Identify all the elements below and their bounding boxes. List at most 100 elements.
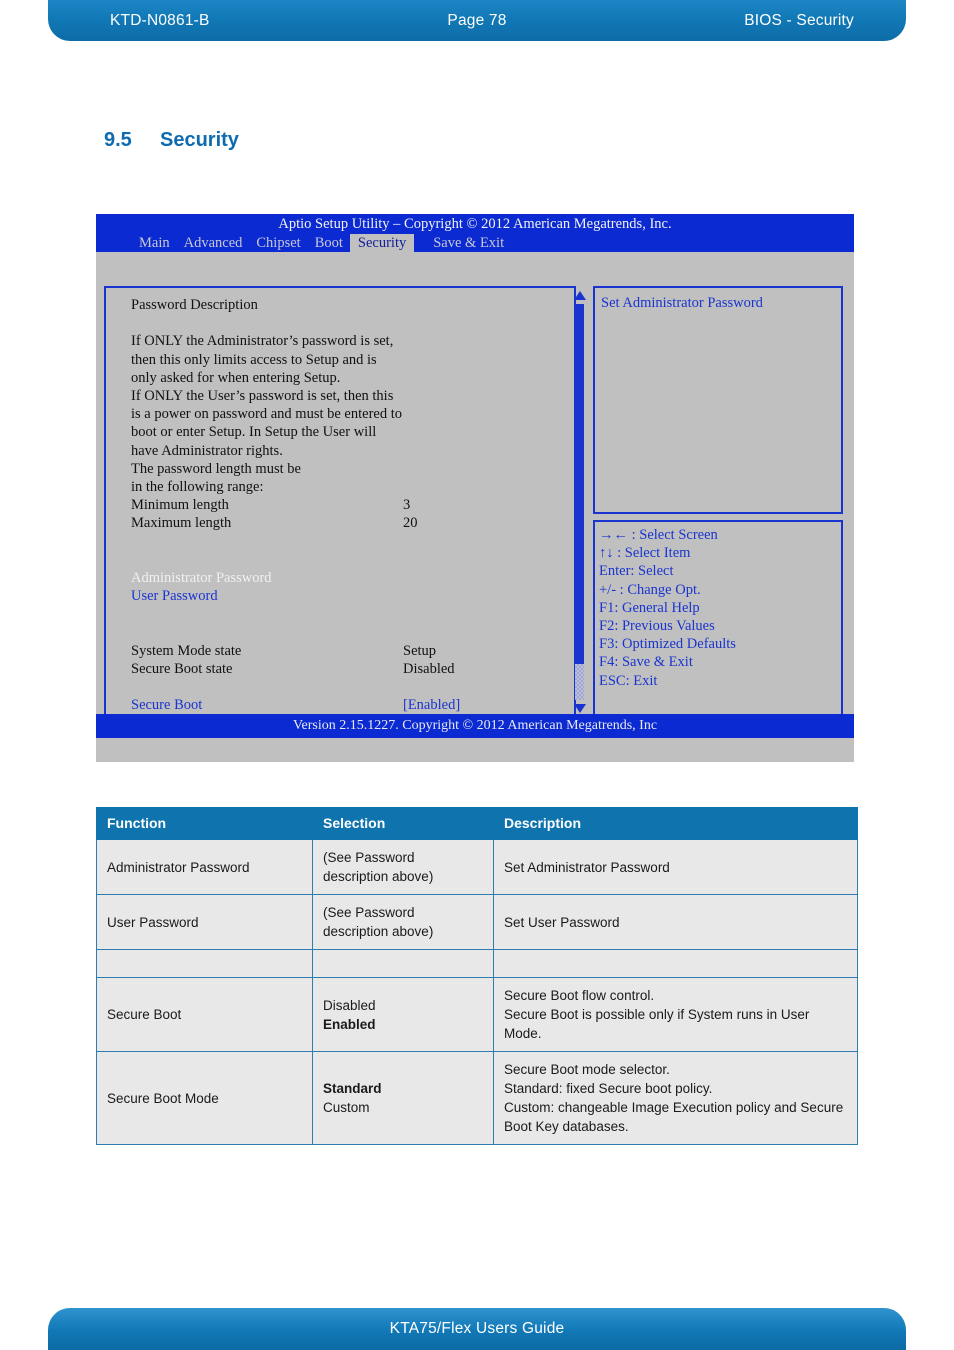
help-text: Set Administrator Password [601, 295, 763, 311]
bios-menu-item-advanced[interactable]: Advanced [177, 234, 250, 252]
cell-function: Administrator Password [96, 839, 313, 895]
table-header-selection: Selection [312, 807, 494, 840]
cell-function: Secure Boot Mode [96, 1051, 313, 1145]
description-line: If ONLY the User’s password is set, then… [131, 388, 394, 404]
key-legend-line: F1: General Help [599, 599, 700, 616]
secure-boot-option-row[interactable]: Secure Boot [Enabled] [131, 696, 574, 714]
scroll-down-arrow-icon[interactable] [574, 704, 586, 713]
selection-option: Custom [323, 1100, 370, 1115]
key-legend-line: ESC: Exit [599, 672, 658, 689]
description-line: Set Administrator Password [504, 859, 670, 875]
bios-help-panel: Set Administrator Password [593, 286, 843, 514]
secure-boot-state-rows: System Mode state Setup Secure Boot state D… [131, 642, 574, 678]
cell-selection: Disabled Enabled [312, 977, 494, 1052]
bios-menu-item-save-exit[interactable]: Save & Exit [426, 234, 511, 252]
password-length-row-label: Maximum length [131, 515, 232, 532]
cell-description [493, 949, 858, 978]
system-state-row-label: System Mode state [131, 642, 242, 659]
description-line: boot or enter Setup. In Setup the User w… [131, 424, 377, 441]
bios-menu-item-main[interactable]: Main [132, 234, 177, 252]
key-legend-line: +/- : Change Opt. [599, 581, 701, 598]
table-row-spacer [96, 949, 858, 978]
selection-option: (See Password [323, 905, 415, 920]
password-length-row-label: Minimum length [131, 497, 229, 514]
cell-function: User Password [96, 894, 313, 950]
bios-scrollbar[interactable] [573, 288, 588, 716]
password-length-row: Minimum length 3 [131, 496, 574, 514]
selection-option: (See Password [323, 850, 415, 865]
description-line: Secure Boot mode selector. [504, 1062, 670, 1077]
password-length-row: Maximum length 20 [131, 514, 574, 532]
bios-key-legend-panel: →← : Select Screen ↑↓ : Select Item Enter:… [593, 520, 843, 718]
bios-left-panel: Password Description If ONLY the Adminis… [104, 286, 576, 732]
description-line: is a power on password and must be enter… [131, 406, 403, 423]
section-title: Security [160, 129, 239, 151]
key-legend-line: F2: Previous Values [599, 618, 715, 635]
system-state-row-value: Disabled [403, 661, 455, 678]
password-menu-items[interactable]: Administrator Password User Password [131, 569, 574, 605]
system-state-row: Secure Boot state Disabled [131, 660, 574, 678]
description-line: only asked for when entering Setup. [131, 369, 341, 386]
key-legend-line: F3: Optimized Defaults [599, 636, 736, 653]
cell-description: Set Administrator Password [493, 839, 858, 895]
cell-selection: (See Password description above) [312, 839, 494, 895]
secure-boot-option-row-value: [Enabled] [403, 697, 461, 714]
description-line: Standard: fixed Secure boot policy. [504, 1081, 713, 1096]
description-line: The password length must be [131, 460, 301, 477]
description-line: in the following range: [131, 479, 264, 496]
bios-menu-item-security[interactable]: Security [349, 234, 415, 252]
table-row: User Password (See Password description ab… [96, 894, 858, 950]
cell-function: Secure Boot [96, 977, 313, 1052]
password-item-user-password[interactable]: User Password [131, 587, 574, 605]
scrollbar-thumb[interactable] [575, 304, 584, 676]
description-line: Secure Boot flow control. [504, 988, 655, 1003]
cell-description: Secure Boot flow control. Secure Boot is … [493, 977, 858, 1052]
cell-selection: (See Password description above) [312, 894, 494, 950]
selection-option: Standard [323, 1081, 382, 1096]
system-state-row-value: Setup [403, 642, 437, 659]
scrollbar-track[interactable] [575, 664, 584, 700]
key-legend-line: ↑↓ : Select Item [599, 545, 691, 562]
settings-table: Function Selection Description Administr… [96, 807, 858, 1145]
section-number: 9.5 [104, 129, 132, 151]
key-legend-line: Enter: Select [599, 563, 674, 580]
table-row: Administrator Password (See Password descr… [96, 839, 858, 895]
header-section-ref: BIOS - Security [744, 11, 854, 29]
password-item-administrator-password[interactable]: Administrator Password [131, 569, 574, 587]
description-line: Set User Password [504, 914, 620, 930]
cell-description: Secure Boot mode selector. Standard: fixe… [493, 1051, 858, 1145]
selection-option: Disabled [323, 997, 376, 1013]
password-description-body: If ONLY the Administrator’s password is … [131, 332, 574, 496]
bios-menu-item-boot[interactable]: Boot [308, 234, 350, 252]
table-header-function: Function [96, 807, 313, 840]
selection-option: Enabled [323, 1016, 376, 1032]
description-line: Secure Boot is possible only if System r… [504, 1007, 810, 1041]
table-header-description: Description [493, 807, 858, 840]
cell-selection [312, 949, 494, 978]
system-state-row-label: Secure Boot state [131, 661, 233, 678]
bios-version-footer: Version 2.15.1227. Copyright © 2012 Amer… [96, 714, 854, 738]
password-length-row-value: 3 [403, 497, 411, 514]
page-footer-bar: KTA75/Flex Users Guide [48, 1308, 906, 1350]
bios-content-area: Password Description If ONLY the Adminis… [96, 252, 854, 738]
table-row: Secure Boot Disabled Enabled Secure Boot fl… [96, 977, 858, 1052]
scroll-up-arrow-icon[interactable] [574, 291, 586, 300]
bios-menu-bar[interactable]: Main Advanced Chipset Boot Security Save & Ex… [96, 234, 854, 252]
selection-option: description above) [323, 924, 434, 939]
cell-selection: Standard Custom [312, 1051, 494, 1145]
description-line: If ONLY the Administrator’s password is … [131, 333, 394, 350]
description-line: have Administrator rights. [131, 442, 283, 459]
key-legend-line: F4: Save & Exit [599, 654, 693, 671]
password-description-heading: Password Description [131, 297, 258, 313]
description-line: then this only limits access to Setup an… [131, 351, 377, 368]
page-title: 9.5 Security [104, 129, 239, 152]
table-header-row: Function Selection Description [96, 807, 858, 840]
description-line: Custom: changeable Image Execution polic… [504, 1100, 844, 1134]
password-length-rows: Minimum length 3 Maximum length 20 [131, 496, 574, 532]
guide-title: KTA75/Flex Users Guide [389, 1320, 565, 1337]
selection-option: description above) [323, 869, 434, 884]
system-state-row: System Mode state Setup [131, 642, 574, 660]
cell-description: Set User Password [493, 894, 858, 950]
password-length-row-value: 20 [403, 515, 418, 532]
bios-menu-item-chipset[interactable]: Chipset [249, 234, 307, 252]
